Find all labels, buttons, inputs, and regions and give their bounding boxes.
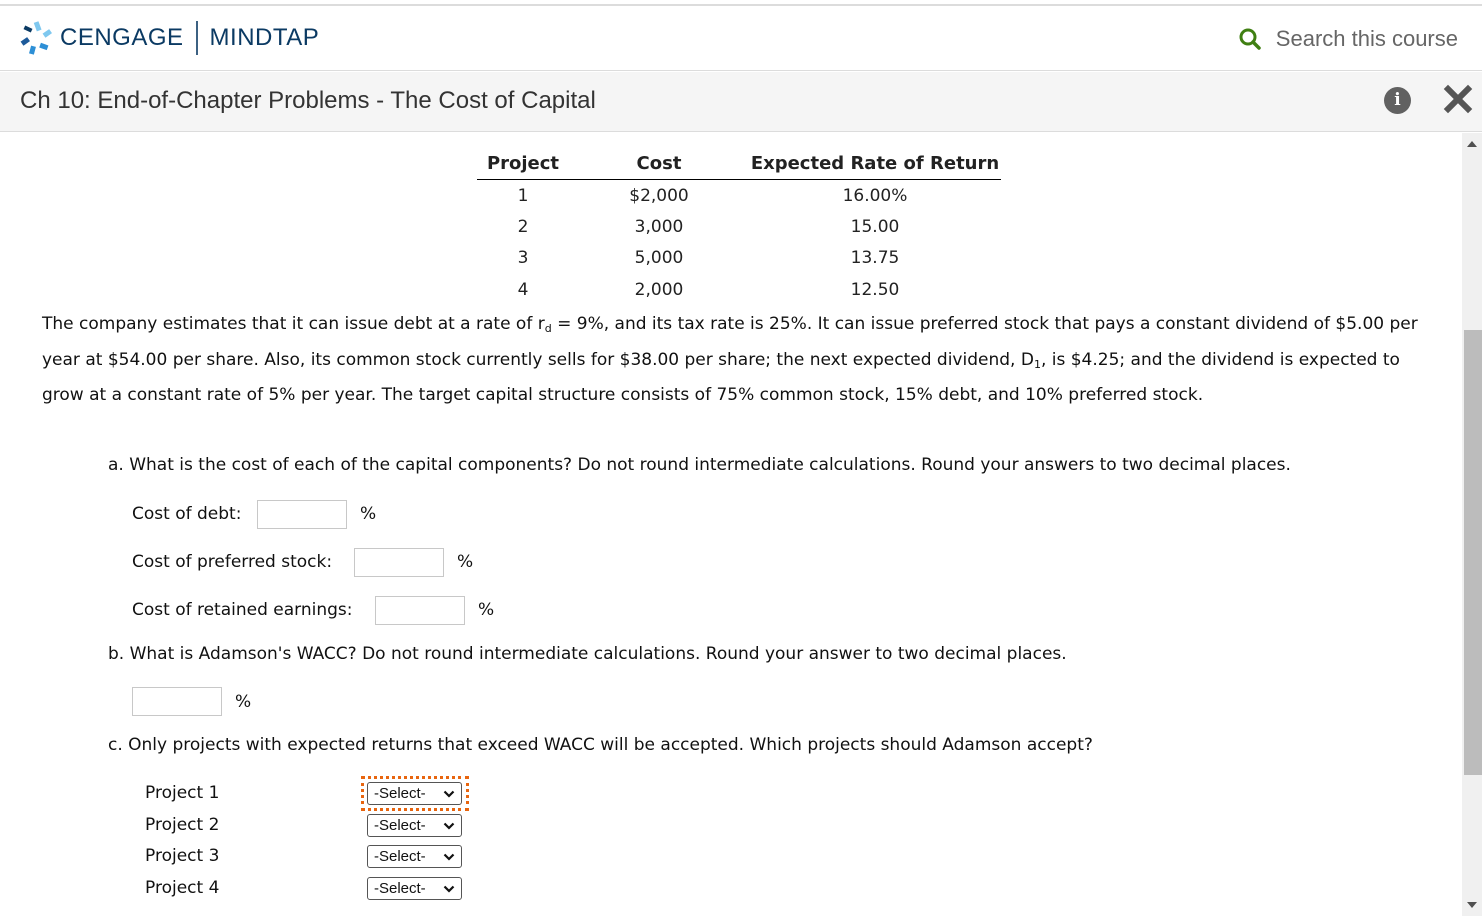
- cost-of-retained-unit: %: [478, 600, 495, 620]
- part-b-question: b. What is Adamson's WACC? Do not round …: [108, 644, 1067, 664]
- subscript-d: d: [544, 322, 552, 335]
- cost-of-preferred-input[interactable]: [354, 548, 444, 577]
- cengage-starburst-icon: [20, 21, 52, 55]
- cell-return: 13.75: [850, 248, 900, 269]
- cell-project: 1: [517, 185, 529, 206]
- chevron-down-icon: [443, 853, 455, 861]
- cost-of-retained-label: Cost of retained earnings:: [132, 600, 353, 620]
- activity-titlebar: Ch 10: End-of-Chapter Problems - The Cos…: [0, 72, 1482, 132]
- wacc-input[interactable]: [132, 687, 222, 716]
- vertical-scrollbar[interactable]: [1462, 133, 1482, 916]
- scroll-up-arrow-icon[interactable]: [1466, 139, 1478, 149]
- cell-project: 4: [517, 279, 529, 300]
- project-3-select[interactable]: -Select-: [367, 845, 462, 868]
- brand-separator: [195, 21, 198, 55]
- search-input[interactable]: Search this course: [1276, 26, 1458, 52]
- table-header-row: Project Cost Expected Rate of Return: [477, 147, 1001, 180]
- close-icon[interactable]: [1443, 84, 1473, 114]
- table-row: 3 5,000 13.75: [477, 243, 1001, 275]
- cell-return: 15.00: [850, 216, 900, 237]
- project-2-select[interactable]: -Select-: [367, 814, 462, 837]
- project-1-select[interactable]: -Select-: [367, 782, 462, 805]
- cengage-logo[interactable]: CENGAGE MINDTAP: [18, 20, 319, 56]
- wacc-unit: %: [235, 692, 252, 712]
- project-2-selected-value: -Select-: [374, 817, 426, 834]
- cell-cost: 3,000: [634, 216, 684, 237]
- cell-cost: 2,000: [634, 279, 684, 300]
- problem-statement: The company estimates that it can issue …: [42, 309, 1442, 412]
- chevron-down-icon: [443, 822, 455, 830]
- cost-of-debt-input[interactable]: [257, 500, 347, 529]
- cell-project: 3: [517, 248, 529, 269]
- chevron-down-icon: [443, 885, 455, 893]
- cost-of-debt-label: Cost of debt:: [132, 504, 242, 524]
- part-a-question: a. What is the cost of each of the capit…: [108, 455, 1291, 475]
- project-4-label: Project 4: [145, 878, 220, 898]
- cell-cost: 5,000: [634, 248, 684, 269]
- scrollbar-thumb[interactable]: [1464, 330, 1482, 775]
- problem-content: Project Cost Expected Rate of Return 1 $…: [0, 133, 1462, 916]
- chevron-down-icon: [443, 790, 455, 798]
- cost-of-preferred-label: Cost of preferred stock:: [132, 552, 333, 572]
- cell-return: 16.00%: [842, 185, 908, 206]
- project-3-label: Project 3: [145, 846, 220, 866]
- info-icon[interactable]: i: [1384, 87, 1411, 114]
- cost-of-retained-input[interactable]: [375, 596, 465, 625]
- project-2-label: Project 2: [145, 815, 220, 835]
- project-1-selected-value: -Select-: [374, 785, 426, 802]
- table-row: 2 3,000 15.00: [477, 211, 1001, 243]
- column-header-return: Expected Rate of Return: [749, 147, 1001, 180]
- project-3-selected-value: -Select-: [374, 848, 426, 865]
- problem-text-1: The company estimates that it can issue …: [42, 314, 545, 334]
- page-title: Ch 10: End-of-Chapter Problems - The Cos…: [20, 87, 596, 114]
- part-c-question: c. Only projects with expected returns t…: [108, 735, 1093, 755]
- search-icon: [1239, 28, 1261, 50]
- cost-of-debt-unit: %: [360, 504, 377, 524]
- project-table: Project Cost Expected Rate of Return 1 $…: [477, 147, 1001, 306]
- subscript-1: 1: [1033, 357, 1041, 371]
- table-row: 4 2,000 12.50: [477, 274, 1001, 306]
- app-header: CENGAGE MINDTAP Search this course: [0, 6, 1482, 71]
- cost-of-preferred-unit: %: [457, 552, 474, 572]
- column-header-project: Project: [477, 147, 569, 180]
- cell-project: 2: [517, 216, 529, 237]
- column-header-cost: Cost: [569, 147, 749, 180]
- cell-cost: $2,000: [629, 185, 689, 206]
- cell-return: 12.50: [850, 279, 900, 300]
- project-4-selected-value: -Select-: [374, 880, 426, 897]
- scroll-down-arrow-icon[interactable]: [1466, 900, 1478, 910]
- project-4-select[interactable]: -Select-: [367, 877, 462, 900]
- project-1-label: Project 1: [145, 783, 220, 803]
- table-row: 1 $2,000 16.00%: [477, 180, 1001, 212]
- brand-cengage: CENGAGE: [60, 24, 184, 51]
- brand-mindtap: MINDTAP: [209, 24, 320, 51]
- search-course[interactable]: Search this course: [1238, 26, 1458, 52]
